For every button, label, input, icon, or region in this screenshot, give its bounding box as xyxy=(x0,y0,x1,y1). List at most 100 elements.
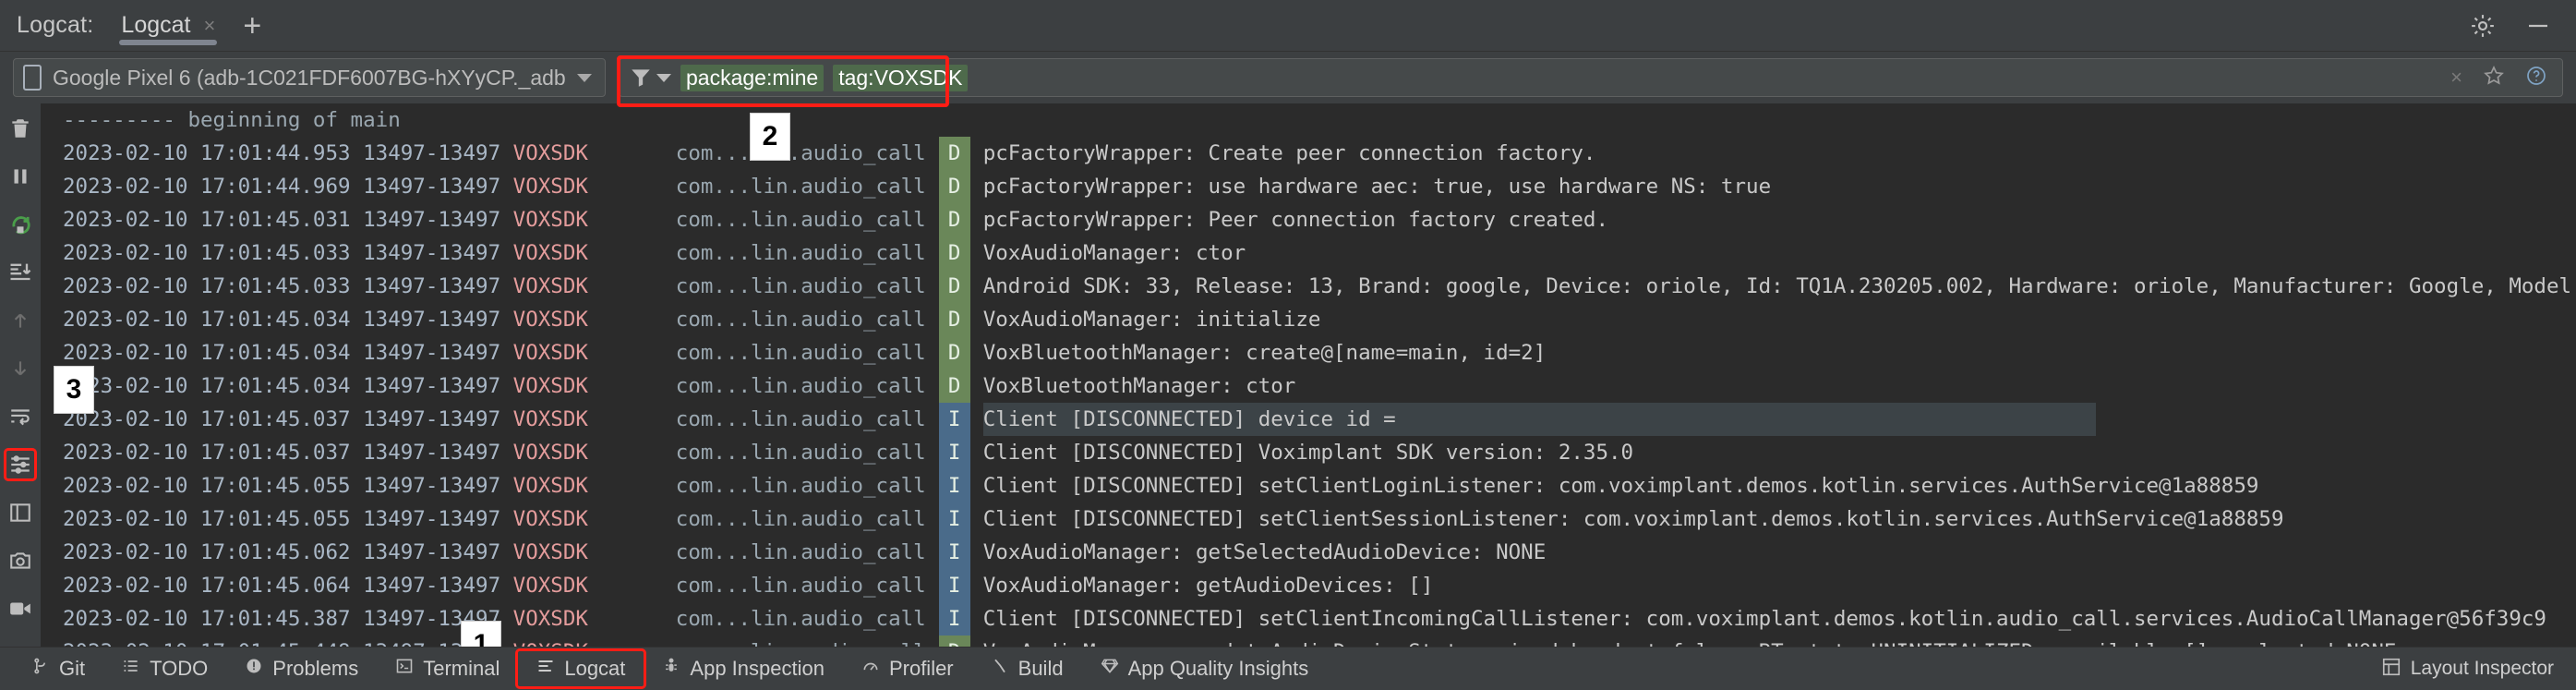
log-row[interactable]: 2023-02-10 17:01:45.034 13497-13497 VOXS… xyxy=(41,369,2576,403)
log-row[interactable]: 2023-02-10 17:01:45.033 13497-13497 VOXS… xyxy=(41,270,2576,303)
log-timestamp: 2023-02-10 17:01:45.387 xyxy=(63,607,364,631)
log-row[interactable]: 2023-02-10 17:01:44.953 13497-13497 VOXS… xyxy=(41,137,2576,170)
log-package: com...lin.audio_call xyxy=(638,241,926,265)
layout-inspector-icon xyxy=(2381,657,2401,682)
status-bar-item-terminal[interactable]: Terminal xyxy=(377,651,518,686)
logcat-main-area: --------- beginning of main 2023-02-10 1… xyxy=(0,103,2576,647)
soft-wrap-button[interactable] xyxy=(6,403,34,430)
log-row[interactable]: 2023-02-10 17:01:45.031 13497-13497 VOXS… xyxy=(41,203,2576,236)
logcat-query-input[interactable]: package:mine tag:VOXSDK × xyxy=(619,58,2563,97)
status-bar-item-logcat[interactable]: Logcat xyxy=(515,648,647,689)
log-tag: VOXSDK xyxy=(512,540,639,564)
status-bar-item-app-quality-insights[interactable]: App Quality Insights xyxy=(1082,651,1328,686)
close-icon[interactable]: × xyxy=(203,14,215,38)
log-pid: 13497-13497 xyxy=(363,241,513,265)
logcat-output[interactable]: --------- beginning of main 2023-02-10 1… xyxy=(41,103,2576,647)
log-package: com...lin.audio_call xyxy=(638,574,926,598)
log-pid: 13497-13497 xyxy=(363,474,513,498)
configure-formatting-button[interactable] xyxy=(4,448,37,481)
status-bar-item-git[interactable]: Git xyxy=(13,651,103,686)
callout-2: 2 xyxy=(750,113,790,161)
logcat-filter-bar: Google Pixel 6 (adb-1C021FDF6007BG-hXYyC… xyxy=(0,52,2576,107)
status-bar-item-label: Build xyxy=(1017,657,1064,680)
chevron-down-icon[interactable] xyxy=(577,73,592,82)
log-timestamp: 2023-02-10 17:01:45.448 xyxy=(41,636,363,647)
status-bar-item-profiler[interactable]: Profiler xyxy=(843,651,972,686)
build-hammer-icon xyxy=(991,657,1009,681)
clear-logcat-button[interactable] xyxy=(6,115,34,142)
log-package: com...lin.audio_call xyxy=(638,407,926,431)
tool-window-titlebar: Logcat: Logcat × + xyxy=(0,0,2576,52)
device-selector[interactable]: Google Pixel 6 (adb-1C021FDF6007BG-hXYyC… xyxy=(13,58,606,97)
query-chip-package[interactable]: package:mine xyxy=(680,64,825,91)
status-bar-item-build[interactable]: Build xyxy=(972,651,1082,686)
log-tag: VOXSDK xyxy=(512,474,639,498)
funnel-icon[interactable] xyxy=(629,66,671,90)
log-timestamp: 2023-02-10 17:01:45.033 xyxy=(63,241,364,265)
screen-record-button[interactable] xyxy=(6,595,34,623)
log-level-badge: D xyxy=(938,203,970,236)
tab-logcat-label: Logcat xyxy=(121,12,191,38)
log-tag: VOXSDK xyxy=(512,574,639,598)
help-icon[interactable] xyxy=(2525,65,2547,91)
tab-logcat[interactable]: Logcat × xyxy=(117,0,219,51)
add-tab-button[interactable]: + xyxy=(243,10,261,42)
status-bar-item-label: TODO xyxy=(150,657,209,680)
clear-query-icon[interactable]: × xyxy=(2450,66,2462,90)
log-header-text: --------- beginning of main xyxy=(63,108,401,132)
log-row[interactable]: 2023-02-10 17:01:45.037 13497-13497 VOXS… xyxy=(41,403,2576,436)
status-bar-item-problems[interactable]: Problems xyxy=(226,651,377,686)
log-row[interactable]: 2023-02-10 17:01:45.448 13497-13497 VOXS… xyxy=(41,636,2576,647)
log-row[interactable]: 2023-02-10 17:01:45.037 13497-13497 VOXS… xyxy=(41,436,2576,469)
log-message: VoxAudioManager: initialize xyxy=(982,308,1321,332)
log-row[interactable]: 2023-02-10 17:01:45.055 13497-13497 VOXS… xyxy=(41,469,2576,502)
log-level-badge: D xyxy=(938,303,970,336)
status-bar-item-app-inspection[interactable]: App Inspection xyxy=(644,651,843,686)
callout-1: 1 xyxy=(461,621,501,647)
log-row[interactable]: 2023-02-10 17:01:44.969 13497-13497 VOXS… xyxy=(41,170,2576,203)
log-package: com...lin.audio_call xyxy=(638,636,926,647)
log-message: VoxAudioManager: ctor xyxy=(982,241,1246,265)
pause-button[interactable] xyxy=(6,163,34,190)
log-row[interactable]: 2023-02-10 17:01:45.034 13497-13497 VOXS… xyxy=(41,336,2576,369)
log-row[interactable]: 2023-02-10 17:01:45.055 13497-13497 VOXS… xyxy=(41,502,2576,536)
log-message: pcFactoryWrapper: Create peer connection… xyxy=(982,141,1596,165)
log-pid: 13497-13497 xyxy=(363,540,513,564)
split-panel-button[interactable] xyxy=(6,499,34,527)
log-package: com...lin.audio_call xyxy=(638,540,926,564)
log-pid: 13497-13497 xyxy=(363,407,513,431)
status-bar-item-label: App Quality Insights xyxy=(1127,657,1309,680)
minimize-icon[interactable] xyxy=(2524,12,2552,40)
status-bar-item-label: App Inspection xyxy=(690,657,825,680)
log-message: Android SDK: 33, Release: 13, Brand: goo… xyxy=(982,274,2576,298)
log-row[interactable]: 2023-02-10 17:01:45.064 13497-13497 VOXS… xyxy=(41,569,2576,602)
gear-icon[interactable] xyxy=(2469,12,2497,40)
query-chip-tag[interactable]: tag:VOXSDK xyxy=(833,64,969,91)
log-pid: 13497-13497 xyxy=(363,441,513,465)
app-inspection-icon xyxy=(662,657,680,681)
log-row[interactable]: 2023-02-10 17:01:45.387 13497-13497 VOXS… xyxy=(41,602,2576,636)
restart-logcat-button[interactable] xyxy=(6,211,34,238)
scroll-to-end-button[interactable] xyxy=(6,259,34,286)
log-timestamp: 2023-02-10 17:01:45.064 xyxy=(63,574,364,598)
next-occurrence-button[interactable] xyxy=(6,355,34,382)
log-tag: VOXSDK xyxy=(512,175,639,199)
layout-inspector-entry[interactable]: Layout Inspector xyxy=(2381,657,2563,682)
log-pid: 13497-13497 xyxy=(363,374,513,398)
log-tag: VOXSDK xyxy=(512,274,639,298)
star-icon[interactable] xyxy=(2483,65,2505,91)
status-bar-item-label: Terminal xyxy=(423,657,500,680)
previous-occurrence-button[interactable] xyxy=(6,307,34,334)
status-bar-item-todo[interactable]: TODO xyxy=(103,651,226,686)
log-row[interactable]: 2023-02-10 17:01:45.034 13497-13497 VOXS… xyxy=(41,303,2576,336)
log-row[interactable]: 2023-02-10 17:01:45.062 13497-13497 VOXS… xyxy=(41,536,2576,569)
log-row[interactable]: 2023-02-10 17:01:45.033 13497-13497 VOXS… xyxy=(41,236,2576,270)
log-timestamp: 2023-02-10 17:01:45.034 xyxy=(63,341,364,365)
log-package: com...lin.audio_call xyxy=(638,374,926,398)
log-tag: VOXSDK xyxy=(512,407,639,431)
logcat-icon xyxy=(536,657,555,681)
screenshot-button[interactable] xyxy=(6,547,34,575)
log-pid: 13497-13497 xyxy=(363,175,513,199)
log-tag: VOXSDK xyxy=(512,208,639,232)
git-branch-icon xyxy=(31,657,50,681)
